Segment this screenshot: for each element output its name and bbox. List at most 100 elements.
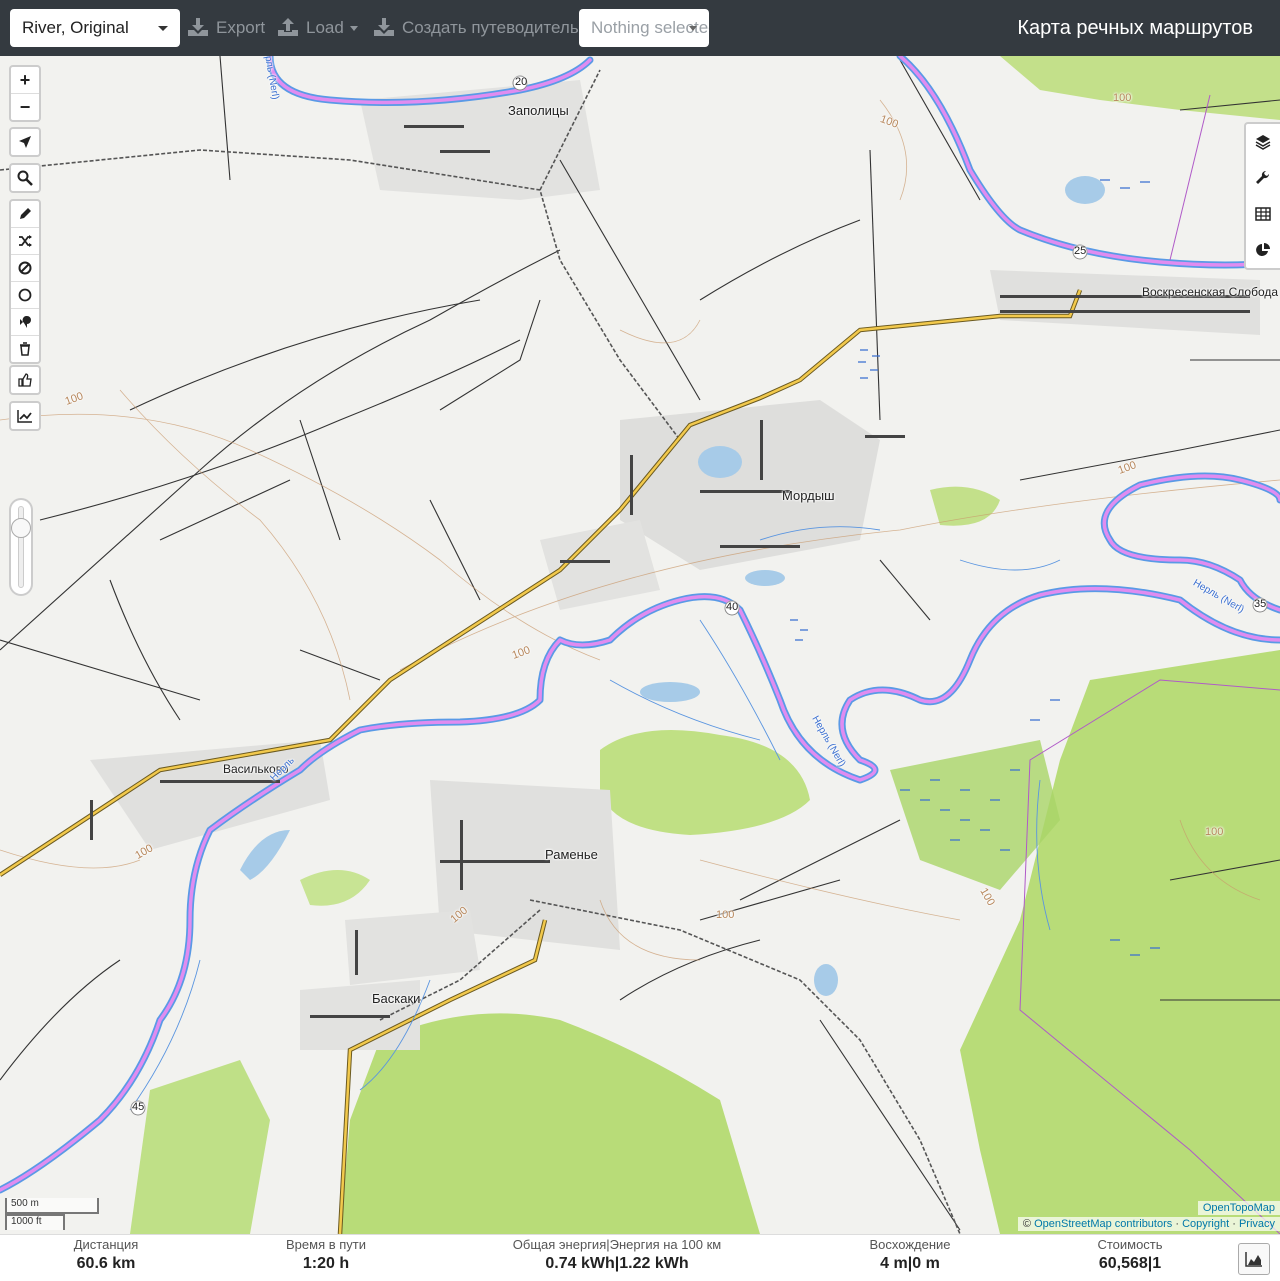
search-control	[9, 163, 41, 193]
export-button[interactable]: Export	[188, 9, 265, 47]
route-marker-25: 25	[1074, 245, 1087, 257]
layers-toolbar	[1244, 122, 1280, 270]
locate-button[interactable]	[11, 129, 39, 155]
chevron-down-icon	[349, 26, 358, 32]
stat-distance-unit: km	[112, 1255, 136, 1272]
circle-tool-button[interactable]	[11, 282, 39, 309]
place-label-baskaki: Баскаки	[372, 991, 421, 1006]
layers-button[interactable]	[1246, 124, 1280, 160]
place-label-voskresenskaya-sloboda: Воскресенская Слобода	[1142, 285, 1279, 299]
attribution-separator: ·	[1175, 1218, 1179, 1230]
forest-area-east	[960, 650, 1280, 1234]
map-canvas[interactable]: 20 25 35 40 45 100 100 100 100 100 100 1…	[0, 56, 1280, 1234]
stat-energy-unit: kWh	[580, 1255, 615, 1272]
app-title: Карта речных маршрутов	[1017, 17, 1253, 39]
stat-cost: Стоимость 60,568|1	[1070, 1235, 1190, 1273]
zoom-control: + −	[9, 65, 41, 122]
table-icon	[1255, 207, 1271, 221]
zoom-out-button[interactable]: −	[11, 94, 39, 120]
stat-energy-label: Общая энергия|Энергия на 100 км	[512, 1237, 722, 1252]
route-stats-bar: Дистанция 60.6 km Время в пути 1:20 h Об…	[0, 1234, 1280, 1281]
pie-chart-icon	[1256, 243, 1270, 256]
stat-distance-value: 60.6	[76, 1255, 108, 1272]
contour-label: 100	[716, 909, 735, 921]
thumbs-up-button[interactable]	[11, 367, 39, 393]
search-icon	[17, 170, 33, 186]
map-marker-icon	[20, 315, 31, 328]
thumbs-up-icon	[18, 373, 32, 387]
poi-button[interactable]	[11, 309, 39, 336]
zoom-in-button[interactable]: +	[11, 67, 39, 94]
place-label-zapolitsy: Заполицы	[508, 103, 569, 118]
privacy-link[interactable]: Privacy	[1239, 1218, 1275, 1230]
stat-time: Время в пути 1:20 h	[256, 1235, 396, 1273]
statistics-button[interactable]	[1246, 232, 1280, 268]
load-button[interactable]: Load	[278, 9, 358, 47]
upload-icon	[278, 17, 298, 36]
circle-icon	[18, 288, 32, 302]
draw-route-button[interactable]	[11, 201, 39, 228]
elevation-profile-button[interactable]	[1238, 1243, 1270, 1275]
contour-label: 100	[1113, 92, 1132, 104]
no-go-area-button[interactable]	[11, 255, 39, 282]
attribution-separator: ·	[1232, 1218, 1236, 1230]
stat-time-unit: h	[339, 1255, 350, 1272]
line-chart-icon	[17, 410, 32, 423]
copyright-link[interactable]: Copyright	[1182, 1218, 1229, 1230]
layers-icon	[1255, 135, 1271, 150]
chevron-down-icon	[689, 26, 697, 31]
shuffle-button[interactable]	[11, 228, 39, 255]
search-button[interactable]	[11, 165, 39, 191]
stat-ascent-minus: 0	[912, 1255, 922, 1272]
stat-ascent-plus: 4	[880, 1255, 890, 1272]
wrench-icon	[1256, 170, 1270, 184]
stat-cost-label: Стоимость	[1097, 1237, 1163, 1252]
stat-distance: Дистанция 60.6 km	[46, 1235, 166, 1273]
slider-handle[interactable]	[11, 518, 31, 538]
osm-contributors-link[interactable]: OpenStreetMap contributors	[1034, 1218, 1172, 1230]
chevron-down-icon	[158, 26, 168, 31]
settings-button[interactable]	[1246, 160, 1280, 196]
forest-area-center	[600, 730, 810, 835]
scale-imperial: 1000 ft	[5, 1214, 65, 1230]
route-marker-45: 45	[132, 1101, 145, 1113]
profile-select[interactable]: River, Original	[10, 9, 180, 47]
trash-icon	[20, 342, 30, 356]
stat-cost-total: 60,568	[1098, 1255, 1148, 1272]
locate-control	[9, 127, 41, 157]
contour-label: 100	[1205, 826, 1224, 838]
table-button[interactable]	[1246, 196, 1280, 232]
download-icon	[374, 17, 394, 36]
selection-dropdown[interactable]: Nothing selected	[579, 9, 709, 47]
load-label: Load	[306, 18, 344, 37]
ban-icon	[18, 261, 32, 275]
stat-energy-total: 0.74	[545, 1255, 577, 1272]
profile-select-value: River, Original	[22, 18, 129, 37]
create-guide-label: Создать путеводитель	[402, 18, 579, 37]
copyright-symbol: ©	[1022, 1218, 1032, 1230]
stat-cost-per-km: 1	[1152, 1255, 1162, 1272]
opentopomap-link[interactable]: OpenTopoMap	[1203, 1202, 1275, 1214]
feedback-control	[9, 365, 41, 395]
delete-route-button[interactable]	[11, 336, 39, 362]
create-guide-button[interactable]: Создать путеводитель	[374, 9, 579, 47]
stat-ascent: Восхождение 4 m|0 m	[850, 1235, 970, 1273]
top-toolbar: River, Original Export Load Создать путе…	[0, 0, 1280, 56]
place-label-mordysh: Мордыш	[782, 488, 835, 503]
stat-energy-per100: 1.22	[619, 1255, 651, 1272]
route-marker-40: 40	[726, 601, 739, 613]
draw-toolbar	[9, 199, 41, 364]
area-chart-icon	[1245, 1252, 1262, 1267]
stat-distance-label: Дистанция	[73, 1237, 139, 1252]
stat-energy: Общая энергия|Энергия на 100 км 0.74 kWh…	[497, 1235, 737, 1273]
stat-ascent-unit: m	[925, 1255, 940, 1272]
stat-time-label: Время в пути	[286, 1237, 366, 1252]
attribution-osm: © OpenStreetMap contributors · Copyright…	[1017, 1217, 1280, 1231]
elevation-chart-button[interactable]	[11, 403, 39, 429]
map-tiles	[0, 56, 1280, 1234]
export-label: Export	[216, 18, 266, 37]
route-marker-20: 20	[515, 76, 528, 88]
location-arrow-icon	[19, 136, 31, 148]
opacity-slider[interactable]	[9, 498, 33, 596]
route-marker-35: 35	[1254, 598, 1267, 610]
